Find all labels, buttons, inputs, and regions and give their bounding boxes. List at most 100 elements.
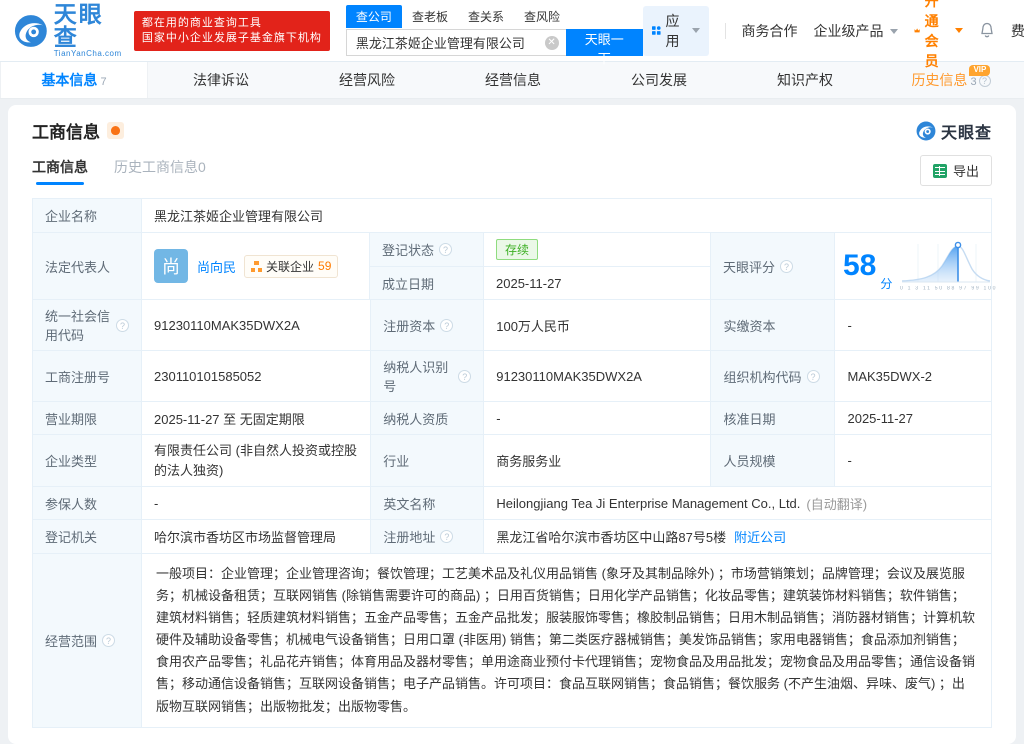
menu-divider — [725, 23, 726, 39]
field-label: 天眼评分 — [723, 257, 775, 276]
english-name-cell: Heilongjiang Tea Ji Enterprise Managemen… — [483, 487, 991, 519]
field-label: 组织机构代码 — [723, 367, 801, 386]
tab-basic-info[interactable]: 基本信息7 — [0, 62, 148, 98]
field-label-wrap: 经营范围 ? — [33, 554, 141, 727]
search-input[interactable] — [347, 30, 566, 55]
help-icon[interactable]: ? — [458, 370, 471, 383]
tab-count: 7 — [100, 76, 106, 88]
tab-operation-info[interactable]: 经营信息 — [440, 62, 586, 98]
score-axis-labels: 0 1 3 11 50 88 97 99 100 — [900, 286, 997, 291]
related-companies-badge[interactable]: 关联企业 59 — [244, 255, 338, 278]
notifications-button[interactable] — [979, 22, 995, 39]
avatar[interactable]: 尚 — [154, 249, 188, 283]
subtab-business-info[interactable]: 工商信息 — [32, 157, 88, 185]
org-code-value: MAK35DWX-2 — [834, 351, 991, 401]
table-row: 企业类型 有限责任公司 (非自然人投资或控股的法人独资) 行业 商务服务业 人员… — [33, 435, 991, 487]
tab-company-development[interactable]: 公司发展 — [586, 62, 732, 98]
field-label: 法定代表人 — [33, 233, 141, 299]
apps-menu[interactable]: 应用 — [643, 6, 709, 56]
search-tab-risk[interactable]: 查风险 — [514, 5, 570, 28]
registered-address-cell: 黑龙江省哈尔滨市香坊区中山路87号5楼 附近公司 — [483, 520, 991, 553]
tab-legal-proceedings[interactable]: 法律诉讼 — [148, 62, 294, 98]
tab-label: 经营风险 — [339, 72, 395, 88]
tab-operation-risk[interactable]: 经营风险 — [294, 62, 440, 98]
vip-upgrade-menu[interactable]: 开通会员 — [914, 0, 962, 71]
search-tabs: 查公司 查老板 查关系 查风险 — [346, 5, 643, 28]
excel-icon — [933, 164, 947, 178]
help-icon[interactable]: ? — [979, 75, 991, 87]
field-label: 统一社会信用代码 — [45, 306, 111, 344]
tab-intellectual-property[interactable]: 知识产权 — [732, 62, 878, 98]
field-label: 纳税人资质 — [370, 402, 483, 434]
registered-address-value: 黑龙江省哈尔滨市香坊区中山路87号5楼 — [496, 527, 726, 546]
tab-count: 3 — [970, 76, 976, 88]
field-label: 实缴资本 — [710, 300, 834, 350]
field-label: 经营范围 — [45, 631, 97, 650]
field-label-wrap: 登记状态 ? — [370, 233, 483, 266]
score-distribution-chart: 0 1 3 11 50 88 97 99 100 — [900, 240, 1014, 292]
field-label: 行业 — [370, 435, 483, 486]
username-label: 费米 — [1011, 23, 1024, 39]
table-subrow: 成立日期 2025-11-27 — [370, 266, 710, 299]
taxpayer-qualification-value: - — [483, 402, 710, 434]
business-info-table: 企业名称 黑龙江茶姬企业管理有限公司 法定代表人 尚 尚向民 关联企业 59 登… — [32, 198, 992, 728]
chevron-down-icon — [890, 29, 898, 34]
tab-label: 公司发展 — [631, 72, 687, 88]
clear-search-icon[interactable]: ✕ — [545, 36, 559, 50]
help-icon[interactable]: ? — [102, 634, 115, 647]
legal-rep-link[interactable]: 尚向民 — [197, 257, 236, 276]
user-account-menu[interactable]: 费米 — [1011, 21, 1024, 41]
tab-label: 历史信息 — [911, 72, 967, 88]
logo-subtitle: TianYanCha.com — [54, 49, 124, 58]
search-tab-company[interactable]: 查公司 — [346, 5, 402, 28]
section-title: 工商信息 — [32, 118, 100, 143]
insured-count-value: - — [141, 487, 370, 519]
credit-code-value: 91230110MAK35DWX2A — [141, 300, 370, 350]
table-row: 登记机关 哈尔滨市香坊区市场监督管理局 注册地址 ? 黑龙江省哈尔滨市香坊区中山… — [33, 520, 991, 554]
help-icon[interactable]: ? — [440, 530, 453, 543]
table-row: 企业名称 黑龙江茶姬企业管理有限公司 — [33, 199, 991, 233]
notice-icon[interactable] — [107, 122, 124, 139]
tianyan-score-cell[interactable]: 58 分 — [834, 233, 991, 299]
field-label: 工商注册号 — [33, 351, 141, 401]
business-info-card: 工商信息 天眼查 工商信息 历史工商信息0 导出 企业名称 黑龙江茶姬企业管理有… — [8, 105, 1016, 744]
nearby-companies-link[interactable]: 附近公司 — [734, 527, 786, 546]
help-icon[interactable]: ? — [440, 319, 453, 332]
search-button[interactable]: 天眼一下 — [566, 29, 643, 56]
field-label: 人员规模 — [710, 435, 834, 486]
crown-icon — [914, 24, 920, 37]
enterprise-label: 企业级产品 — [813, 23, 883, 39]
search-tab-relation[interactable]: 查关系 — [458, 5, 514, 28]
related-count: 59 — [318, 259, 331, 273]
tab-history-info[interactable]: 历史信息VIP3? — [878, 62, 1024, 98]
table-row: 统一社会信用代码 ? 91230110MAK35DWX2A 注册资本 ? 100… — [33, 300, 991, 351]
field-label: 注册地址 — [383, 527, 435, 546]
field-label: 登记状态 — [382, 240, 434, 259]
apps-label: 应用 — [666, 11, 684, 51]
export-button[interactable]: 导出 — [920, 155, 992, 186]
enterprise-menu[interactable]: 企业级产品 — [813, 21, 898, 41]
help-icon[interactable]: ? — [116, 319, 129, 332]
registration-authority-value: 哈尔滨市香坊区市场监督管理局 — [141, 520, 370, 553]
help-icon[interactable]: ? — [439, 243, 452, 256]
cooperation-menu[interactable]: 商务合作 — [741, 21, 797, 41]
field-label: 营业期限 — [33, 402, 141, 434]
chevron-down-icon — [955, 28, 963, 33]
logo-title: 天眼查 — [54, 3, 124, 49]
industry-value: 商务服务业 — [483, 435, 710, 486]
tianyancha-logo[interactable]: 天眼查 TianYanCha.com — [14, 3, 124, 58]
help-icon[interactable]: ? — [780, 260, 793, 273]
field-label: 企业类型 — [33, 435, 141, 486]
status-date-block: 登记状态 ? 存续 成立日期 2025-11-27 — [369, 233, 710, 299]
paid-capital-value: - — [834, 300, 991, 350]
help-icon[interactable]: ? — [807, 370, 820, 383]
tianyancha-eye-icon — [916, 121, 936, 141]
subtab-history-business-info[interactable]: 历史工商信息0 — [114, 157, 206, 185]
approval-date-value: 2025-11-27 — [834, 402, 991, 434]
banner-line1: 都在用的商业查询工具 — [142, 16, 322, 31]
field-label: 企业名称 — [33, 199, 141, 232]
search-tab-boss[interactable]: 查老板 — [402, 5, 458, 28]
field-label: 登记机关 — [33, 520, 141, 553]
company-nav-tabs: 基本信息7 法律诉讼 经营风险 经营信息 公司发展 知识产权 历史信息VIP3? — [0, 62, 1024, 99]
field-label-wrap: 纳税人识别号 ? — [370, 351, 483, 401]
